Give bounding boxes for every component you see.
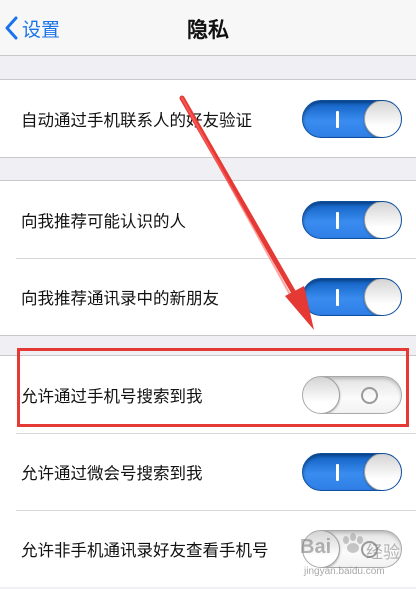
toggle-switch[interactable]	[302, 277, 402, 316]
switch-off-indicator	[361, 386, 378, 404]
setting-label: 允许通过微会号搜索到我	[21, 463, 203, 483]
setting-label: 允许通过手机号搜索到我	[21, 386, 203, 406]
switch-knob	[364, 453, 401, 490]
switch-on-indicator	[336, 463, 339, 481]
toggle-switch[interactable]	[302, 529, 402, 568]
switch-on-indicator	[336, 110, 339, 128]
toggle-switch[interactable]	[302, 452, 402, 491]
page-title: 隐私	[187, 18, 229, 42]
toggle-switch[interactable]	[302, 200, 402, 239]
setting-row-recommend-known-people: 向我推荐可能认识的人	[0, 181, 416, 258]
settings-group-3: 允许通过手机号搜索到我 允许通过微会号搜索到我 允许非手机通讯录好友查看手机号	[0, 355, 416, 587]
setting-label: 自动通过手机联系人的好友验证	[21, 110, 252, 130]
settings-group-2: 向我推荐可能认识的人 向我推荐通讯录中的新朋友	[0, 180, 416, 336]
setting-label: 向我推荐可能认识的人	[21, 211, 186, 231]
setting-label: 向我推荐通讯录中的新朋友	[21, 288, 219, 308]
setting-row-search-by-phone: 允许通过手机号搜索到我	[0, 356, 416, 433]
switch-knob	[303, 376, 340, 413]
switch-knob	[364, 100, 401, 137]
switch-on-indicator	[336, 211, 339, 229]
setting-row-search-by-id: 允许通过微会号搜索到我	[0, 433, 416, 510]
setting-row-auto-accept-contacts: 自动通过手机联系人的好友验证	[0, 80, 416, 157]
switch-knob	[364, 278, 401, 315]
switch-on-indicator	[336, 288, 339, 306]
toggle-switch[interactable]	[302, 99, 402, 138]
setting-label: 允许非手机通讯录好友查看手机号	[21, 540, 269, 560]
switch-knob	[364, 201, 401, 238]
switch-off-indicator	[361, 540, 378, 558]
setting-row-show-phone-number: 允许非手机通讯录好友查看手机号	[0, 510, 416, 587]
switch-knob	[303, 530, 340, 567]
toggle-switch[interactable]	[302, 375, 402, 414]
settings-group-1: 自动通过手机联系人的好友验证	[0, 79, 416, 158]
navigation-bar: 设置 隐私	[0, 0, 416, 56]
setting-row-recommend-contacts: 向我推荐通讯录中的新朋友	[0, 258, 416, 335]
